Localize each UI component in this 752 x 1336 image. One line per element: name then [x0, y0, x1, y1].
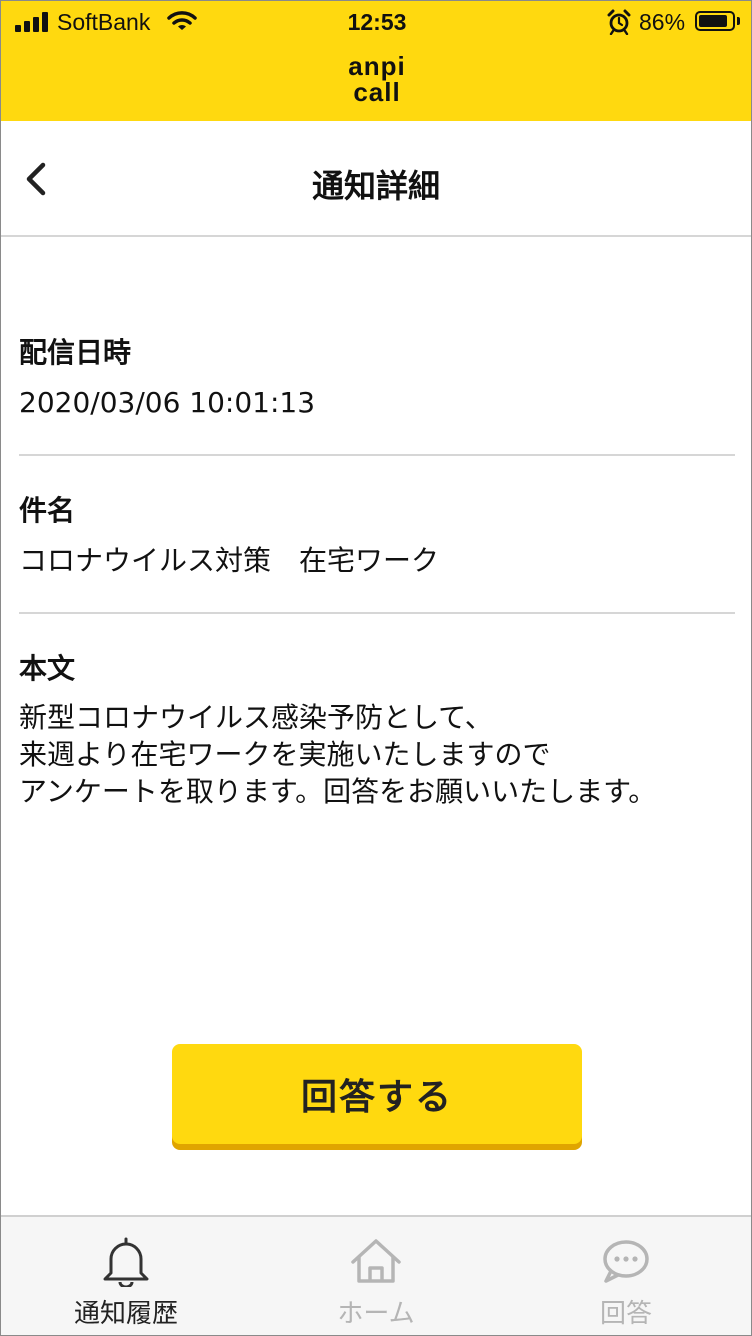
tab-home[interactable]: ホーム	[251, 1217, 501, 1335]
answer-button[interactable]: 回答する	[172, 1044, 582, 1144]
body-label: 本文	[19, 652, 76, 685]
subject-value: コロナウイルス対策 在宅ワーク	[19, 544, 440, 577]
battery-percent: 86%	[639, 9, 686, 35]
app-screen: SoftBank 12:53 86% anpi call 通知詳細 配信日時 2…	[0, 0, 752, 1336]
battery-icon	[695, 11, 735, 31]
tab-bar: 通知履歴 ホーム 回答	[1, 1215, 751, 1335]
subject-label: 件名	[19, 494, 76, 527]
logo-line-1: anpi	[348, 51, 406, 81]
bell-icon	[103, 1237, 149, 1287]
tab-answer[interactable]: 回答	[501, 1217, 751, 1335]
delivery-datetime-section: 配信日時 2020/03/06 10:01:13	[19, 333, 735, 423]
home-icon	[351, 1239, 401, 1283]
status-bar: SoftBank 12:53 86%	[1, 1, 751, 45]
body-text: 新型コロナウイルス感染予防として、 来週より在宅ワークを実施いたしますので アン…	[19, 701, 657, 808]
subject-section: 件名 コロナウイルス対策 在宅ワーク	[19, 491, 735, 581]
navigation-bar: 通知詳細	[1, 121, 751, 237]
alarm-icon	[607, 9, 631, 35]
battery-nub	[737, 17, 740, 25]
chat-bubble-icon	[603, 1240, 649, 1283]
anpicall-logo: anpi call	[1, 51, 751, 107]
tab-label: ホーム	[337, 1299, 415, 1329]
divider	[19, 454, 735, 456]
divider	[19, 612, 735, 614]
page-title: 通知詳細	[311, 167, 440, 205]
app-header: SoftBank 12:53 86% anpi call	[1, 1, 751, 121]
tab-label: 通知履歴	[73, 1299, 178, 1329]
delivery-datetime-label: 配信日時	[19, 336, 132, 369]
tab-label: 回答	[599, 1299, 652, 1329]
delivery-datetime-value: 2020/03/06 10:01:13	[19, 386, 316, 419]
body-section: 本文 新型コロナウイルス感染予防として、 来週より在宅ワークを実施いたしますので…	[19, 649, 735, 810]
tab-notification-history[interactable]: 通知履歴	[1, 1217, 251, 1335]
logo-line-2: call	[353, 77, 401, 107]
